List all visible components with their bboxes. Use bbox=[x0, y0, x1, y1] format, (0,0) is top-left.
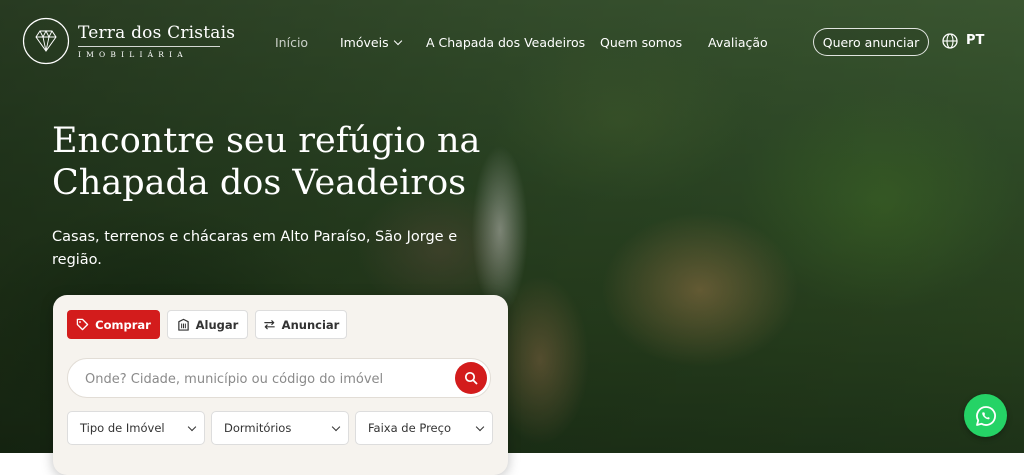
brand-logo[interactable]: Terra dos Cristais IMOBILIÁRIA bbox=[22, 17, 235, 65]
hero-title-line-1: Encontre seu refúgio na bbox=[52, 121, 481, 161]
property-type-select-value: Tipo de Imóvel bbox=[80, 421, 165, 435]
brand-divider bbox=[78, 46, 220, 47]
search-button[interactable] bbox=[455, 362, 487, 394]
nav-item-chapada[interactable]: A Chapada dos Veadeiros bbox=[426, 35, 585, 50]
price-range-select[interactable]: Faixa de Preço bbox=[355, 411, 493, 445]
hero-subtitle: Casas, terrenos e chácaras em Alto Paraí… bbox=[52, 229, 458, 268]
brand-text: Terra dos Cristais IMOBILIÁRIA bbox=[78, 23, 235, 59]
hero-title-line-2: Chapada dos Veadeiros bbox=[52, 163, 467, 203]
tag-icon bbox=[76, 318, 89, 331]
nav-item-inicio[interactable]: Início bbox=[275, 35, 308, 50]
brand-name: Terra dos Cristais bbox=[78, 23, 236, 43]
tab-alugar-label: Alugar bbox=[195, 317, 239, 332]
tab-comprar[interactable]: Comprar bbox=[67, 310, 160, 339]
building-icon bbox=[177, 318, 189, 331]
chevron-down-icon bbox=[475, 422, 485, 432]
search-input[interactable] bbox=[83, 359, 447, 399]
language-selector[interactable]: PT bbox=[966, 33, 984, 48]
search-icon bbox=[464, 371, 478, 385]
search-card: Comprar Alugar Anunciar Tipo de Imóvel bbox=[53, 295, 508, 475]
property-type-select[interactable]: Tipo de Imóvel bbox=[67, 411, 205, 445]
bedrooms-select-value: Dormitórios bbox=[224, 421, 292, 435]
swap-icon bbox=[263, 320, 275, 330]
brand-tagline: IMOBILIÁRIA bbox=[78, 50, 188, 59]
hero-title: Encontre seu refúgio na Chapada dos Vead… bbox=[52, 120, 480, 204]
nav-item-imoveis[interactable]: Imóveis bbox=[340, 35, 402, 50]
crystal-logo-icon bbox=[22, 17, 70, 65]
tab-anunciar-label: Anunciar bbox=[281, 317, 340, 332]
price-range-select-value: Faixa de Preço bbox=[368, 421, 451, 435]
chevron-down-icon bbox=[187, 422, 197, 432]
tab-anunciar[interactable]: Anunciar bbox=[255, 310, 347, 339]
chevron-down-icon bbox=[331, 422, 341, 432]
nav-item-quem-somos[interactable]: Quem somos bbox=[600, 35, 682, 50]
whatsapp-icon bbox=[975, 405, 996, 426]
chevron-down-icon bbox=[393, 36, 402, 46]
nav-item-avaliacao[interactable]: Avaliação bbox=[708, 35, 768, 50]
whatsapp-button[interactable] bbox=[964, 394, 1007, 437]
nav-item-imoveis-label: Imóveis bbox=[340, 35, 389, 50]
tab-alugar[interactable]: Alugar bbox=[167, 310, 248, 339]
tab-comprar-label: Comprar bbox=[95, 317, 151, 332]
bedrooms-select[interactable]: Dormitórios bbox=[211, 411, 349, 445]
globe-icon[interactable] bbox=[941, 32, 959, 50]
search-bar bbox=[67, 358, 491, 399]
quero-anunciar-button[interactable]: Quero anunciar bbox=[813, 28, 929, 56]
